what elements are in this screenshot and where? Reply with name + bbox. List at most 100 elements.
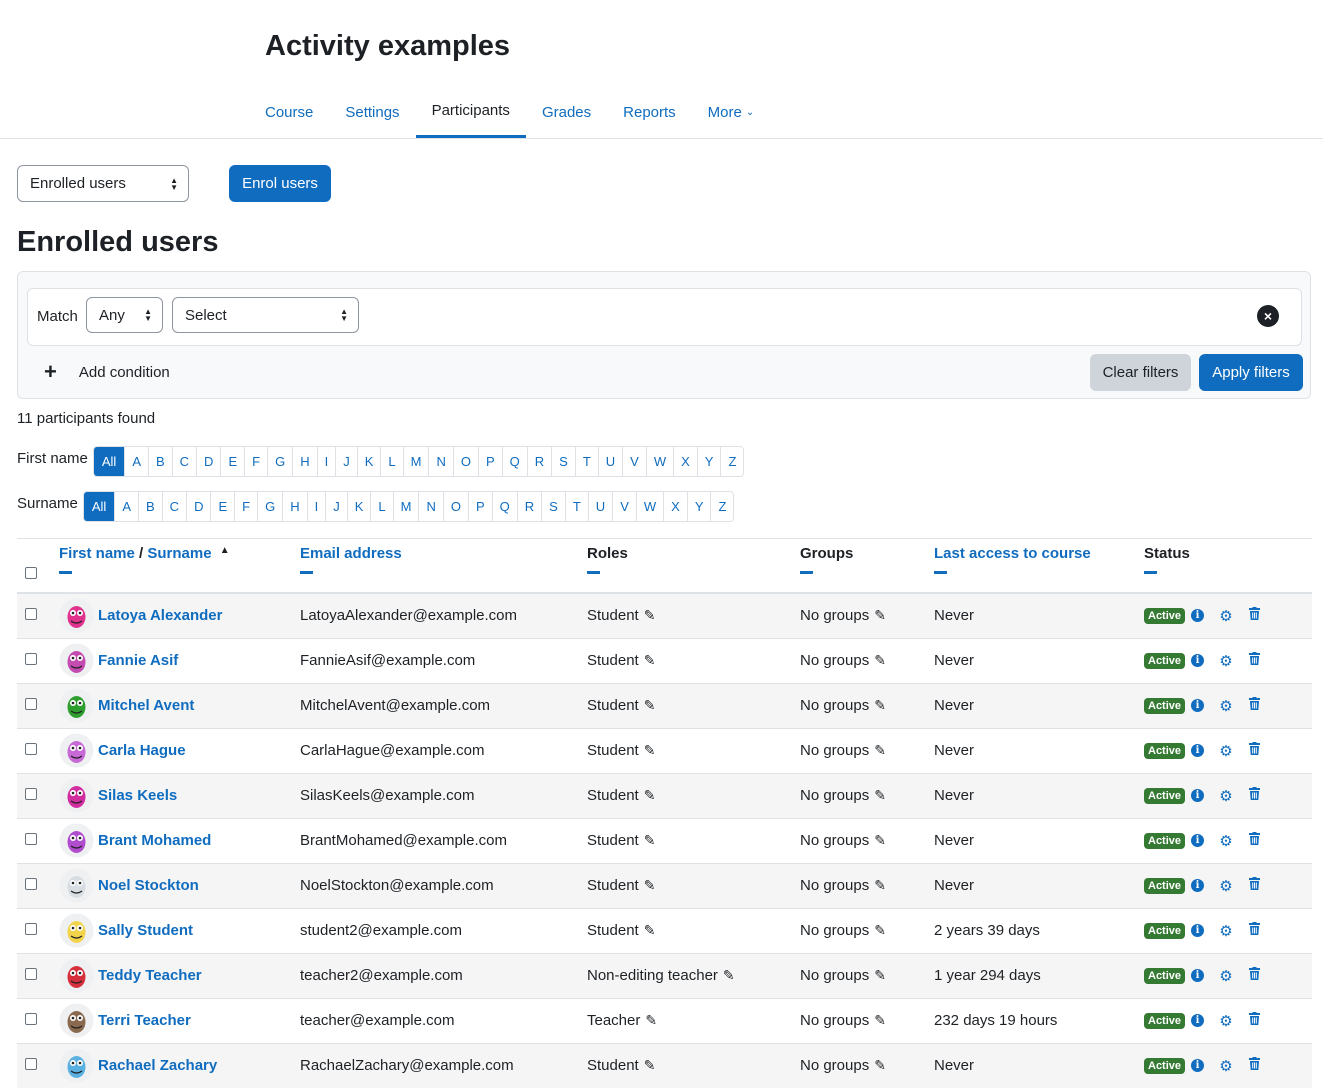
collapse-column-icon[interactable] — [300, 571, 313, 574]
firstname-initial-k[interactable]: K — [356, 447, 381, 476]
tab-participants[interactable]: Participants — [415, 86, 526, 138]
firstname-initial-s[interactable]: S — [551, 447, 575, 476]
firstname-initial-v[interactable]: V — [622, 447, 646, 476]
trash-icon[interactable] — [1247, 1057, 1261, 1074]
firstname-initial-z[interactable]: Z — [720, 447, 743, 476]
firstname-initial-t[interactable]: T — [574, 447, 598, 476]
gear-icon[interactable]: ⚙ — [1219, 922, 1233, 940]
surname-initial-i[interactable]: I — [306, 492, 326, 521]
edit-roles-icon[interactable]: ✎ — [644, 607, 656, 623]
user-name-link[interactable]: Sally Student — [98, 922, 193, 939]
trash-icon[interactable] — [1247, 607, 1261, 624]
gear-icon[interactable]: ⚙ — [1219, 877, 1233, 895]
gear-icon[interactable]: ⚙ — [1219, 607, 1233, 625]
gear-icon[interactable]: ⚙ — [1219, 1057, 1233, 1075]
edit-groups-icon[interactable]: ✎ — [874, 1057, 886, 1073]
info-icon[interactable]: i — [1191, 654, 1205, 667]
sort-email-link[interactable]: Email address — [300, 545, 402, 562]
info-icon[interactable]: i — [1191, 1014, 1205, 1027]
user-name-link[interactable]: Noel Stockton — [98, 877, 199, 894]
firstname-initial-x[interactable]: X — [673, 447, 697, 476]
collapse-column-icon[interactable] — [934, 571, 947, 574]
row-checkbox[interactable] — [25, 698, 37, 710]
surname-initial-s[interactable]: S — [541, 492, 565, 521]
remove-filter-icon[interactable]: × — [1257, 305, 1279, 327]
firstname-initial-w[interactable]: W — [645, 447, 673, 476]
info-icon[interactable]: i — [1191, 969, 1205, 982]
clear-filters-button[interactable]: Clear filters — [1090, 354, 1191, 391]
row-checkbox[interactable] — [25, 968, 37, 980]
surname-initial-v[interactable]: V — [612, 492, 636, 521]
firstname-initial-n[interactable]: N — [428, 447, 452, 476]
firstname-initial-b[interactable]: B — [147, 447, 172, 476]
surname-initial-t[interactable]: T — [564, 492, 588, 521]
info-icon[interactable]: i — [1191, 834, 1205, 847]
edit-groups-icon[interactable]: ✎ — [874, 742, 886, 758]
edit-roles-icon[interactable]: ✎ — [644, 922, 656, 938]
surname-initial-x[interactable]: X — [663, 492, 687, 521]
surname-initial-w[interactable]: W — [635, 492, 663, 521]
firstname-initial-c[interactable]: C — [171, 447, 196, 476]
info-icon[interactable]: i — [1191, 609, 1205, 622]
row-checkbox[interactable] — [25, 1058, 37, 1070]
firstname-initial-f[interactable]: F — [244, 447, 267, 476]
trash-icon[interactable] — [1247, 967, 1261, 984]
row-checkbox[interactable] — [25, 608, 37, 620]
firstname-initial-j[interactable]: J — [335, 447, 357, 476]
collapse-column-icon[interactable] — [1144, 571, 1157, 574]
row-checkbox[interactable] — [25, 833, 37, 845]
collapse-column-icon[interactable] — [800, 571, 813, 574]
edit-roles-icon[interactable]: ✎ — [645, 1012, 657, 1028]
surname-initial-g[interactable]: G — [257, 492, 282, 521]
trash-icon[interactable] — [1247, 877, 1261, 894]
surname-initial-u[interactable]: U — [587, 492, 612, 521]
user-name-link[interactable]: Silas Keels — [98, 787, 177, 804]
firstname-initial-o[interactable]: O — [452, 447, 478, 476]
gear-icon[interactable]: ⚙ — [1219, 697, 1233, 715]
gear-icon[interactable]: ⚙ — [1219, 967, 1233, 985]
firstname-initial-all[interactable]: All — [93, 447, 125, 476]
firstname-initial-y[interactable]: Y — [696, 447, 721, 476]
apply-filters-button[interactable]: Apply filters — [1199, 354, 1303, 391]
firstname-initial-q[interactable]: Q — [501, 447, 527, 476]
tab-course[interactable]: Course — [249, 86, 329, 138]
firstname-initial-m[interactable]: M — [402, 447, 429, 476]
sort-surname-link[interactable]: Surname — [147, 545, 211, 562]
match-select[interactable]: Any ▲ ▼ — [86, 297, 163, 333]
firstname-initial-e[interactable]: E — [220, 447, 244, 476]
user-name-link[interactable]: Terri Teacher — [98, 1012, 191, 1029]
surname-initial-a[interactable]: A — [114, 492, 138, 521]
tab-settings[interactable]: Settings — [329, 86, 415, 138]
surname-initial-q[interactable]: Q — [491, 492, 517, 521]
sort-lastaccess-link[interactable]: Last access to course — [934, 545, 1091, 562]
user-name-link[interactable]: Carla Hague — [98, 742, 186, 759]
trash-icon[interactable] — [1247, 697, 1261, 714]
edit-groups-icon[interactable]: ✎ — [874, 1012, 886, 1028]
tab-grades[interactable]: Grades — [526, 86, 607, 138]
user-name-link[interactable]: Fannie Asif — [98, 652, 178, 669]
row-checkbox[interactable] — [25, 878, 37, 890]
edit-groups-icon[interactable]: ✎ — [874, 877, 886, 893]
surname-initial-f[interactable]: F — [234, 492, 257, 521]
edit-roles-icon[interactable]: ✎ — [644, 877, 656, 893]
firstname-initial-p[interactable]: P — [477, 447, 502, 476]
user-name-link[interactable]: Latoya Alexander — [98, 607, 223, 624]
edit-groups-icon[interactable]: ✎ — [874, 832, 886, 848]
surname-initial-o[interactable]: O — [442, 492, 468, 521]
filter-type-select[interactable]: Select ▲ ▼ — [172, 297, 359, 333]
surname-initial-m[interactable]: M — [392, 492, 419, 521]
trash-icon[interactable] — [1247, 922, 1261, 939]
trash-icon[interactable] — [1247, 1012, 1261, 1029]
surname-initial-z[interactable]: Z — [710, 492, 733, 521]
user-name-link[interactable]: Brant Mohamed — [98, 832, 211, 849]
trash-icon[interactable] — [1247, 652, 1261, 669]
surname-initial-c[interactable]: C — [161, 492, 186, 521]
info-icon[interactable]: i — [1191, 1059, 1205, 1072]
edit-groups-icon[interactable]: ✎ — [874, 697, 886, 713]
tab-more[interactable]: More ⌄ — [692, 86, 771, 138]
edit-roles-icon[interactable]: ✎ — [644, 832, 656, 848]
gear-icon[interactable]: ⚙ — [1219, 652, 1233, 670]
trash-icon[interactable] — [1247, 832, 1261, 849]
surname-initial-j[interactable]: J — [325, 492, 347, 521]
firstname-initial-h[interactable]: H — [292, 447, 316, 476]
